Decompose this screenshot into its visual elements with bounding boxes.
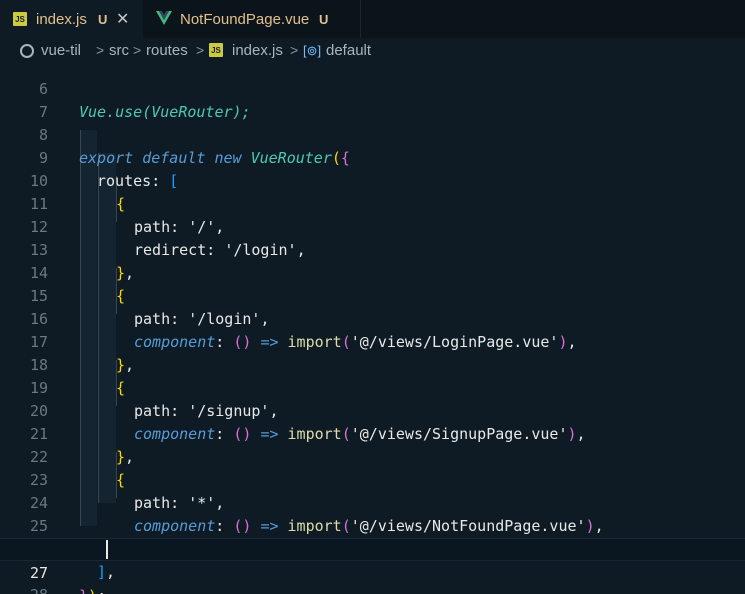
code-editor[interactable]: 6 Vue.use(VueRouter); 7 8 export default…: [0, 62, 745, 594]
code-text: });: [79, 585, 106, 594]
tab-notfoundpage-vue[interactable]: NotFoundPage.vue U: [143, 0, 361, 38]
tab-label: NotFoundPage.vue: [180, 10, 310, 28]
breadcrumb-item-src[interactable]: src: [109, 42, 129, 59]
breadcrumb: vue-til > src > routes > JS index.js > […: [0, 38, 745, 62]
chevron-right-icon: >: [290, 42, 299, 58]
code-line: 21 },: [0, 400, 745, 466]
code-line: 17 },: [0, 308, 745, 374]
code-line: 6 Vue.use(VueRouter);: [0, 62, 745, 121]
code-line-current: 27 });: [0, 538, 745, 594]
code-line: 25 },: [0, 492, 745, 558]
breadcrumb-item-index-js[interactable]: index.js: [232, 42, 283, 59]
js-file-icon: JS: [13, 12, 27, 26]
code-line: 26 ],: [0, 515, 745, 581]
breadcrumb-item-default[interactable]: default: [326, 42, 371, 59]
close-icon[interactable]: ✕: [116, 9, 129, 29]
code-line: 11 path: '/',: [0, 170, 745, 236]
js-file-icon: JS: [209, 43, 223, 57]
folder-circle-icon: [20, 44, 34, 58]
breadcrumb-item-vue-til[interactable]: vue-til: [41, 42, 81, 59]
chevron-right-icon: >: [96, 42, 105, 58]
code-line: 13 },: [0, 216, 745, 282]
tab-label: index.js: [36, 10, 87, 28]
code-line: 19 path: '/signup',: [0, 354, 745, 420]
code-line: 20 component: () => import('@/views/Sign…: [0, 377, 745, 443]
code-line: 14 {: [0, 239, 745, 305]
code-line: 16 component: () => import('@/views/Logi…: [0, 285, 745, 351]
code-line: 22 {: [0, 423, 745, 489]
code-line: 10 {: [0, 147, 745, 213]
code-line: 7: [0, 78, 745, 121]
code-line: 23 path: '*',: [0, 446, 745, 512]
text-cursor: [106, 540, 108, 559]
breadcrumb-item-routes[interactable]: routes: [146, 42, 188, 59]
line-number: 28: [0, 584, 48, 594]
untracked-status-badge: U: [319, 11, 329, 27]
code-line: 18 {: [0, 331, 745, 397]
code-line: 12 redirect: '/login',: [0, 193, 745, 259]
untracked-status-badge: U: [98, 11, 108, 27]
tab-bar: JS index.js U ✕ NotFoundPage.vue U: [0, 0, 745, 38]
code-line: 9 routes: [: [0, 124, 745, 190]
vue-file-icon: [156, 11, 172, 25]
code-line: 8 export default new VueRouter({: [0, 101, 745, 167]
chevron-right-icon: >: [196, 42, 205, 58]
code-line: 28: [0, 561, 745, 594]
symbol-variable-icon: [⊚]: [303, 43, 322, 58]
code-line: 15 path: '/login',: [0, 262, 745, 328]
chevron-right-icon: >: [133, 42, 142, 58]
tab-index-js[interactable]: JS index.js U ✕: [0, 0, 143, 38]
code-line: 24 component: () => import('@/views/NotF…: [0, 469, 745, 535]
